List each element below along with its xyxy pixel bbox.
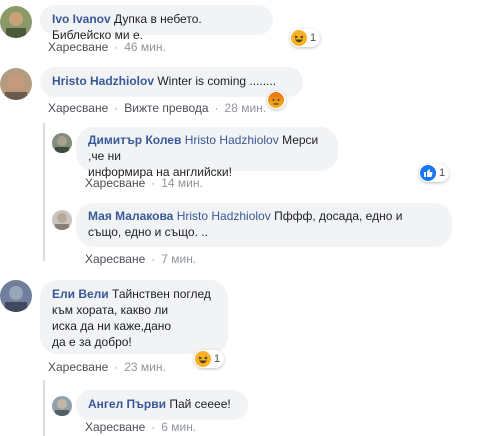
comment-text-line2: също, едно и също. .. [88,225,208,239]
comment-text-line4: да е за добро! [52,335,132,349]
comment-actions: Харесване · 23 мин. [48,360,166,374]
translate-link[interactable]: Вижте превода [124,101,208,115]
haha-icon [291,30,307,46]
avatar-angel-parvi[interactable] [52,396,72,416]
like-link[interactable]: Харесване [48,101,108,115]
comment-author[interactable]: Ели Вели [52,287,109,301]
avatar-maya-malakova[interactable] [52,210,72,230]
reply-thread-line [43,380,45,436]
comment-time[interactable]: 46 мин. [124,40,166,54]
like-link[interactable]: Харесване [48,40,108,54]
comment-bubble: Ivo Ivanov Дупка в небето. Библейско ми … [40,5,273,42]
avatar-dimitar-kolev[interactable] [52,133,72,153]
reaction-badge[interactable] [267,91,286,109]
comment-text: Winter is coming ........ [157,74,277,88]
comment-text: Пффф, досада, едно и [274,209,403,223]
comment-author[interactable]: Ivo Ivanov [52,12,111,26]
comment-time[interactable]: 14 мин. [161,176,203,190]
like-icon [420,165,436,181]
like-link[interactable]: Харесване [85,420,145,434]
reply-thread-line [43,123,45,261]
comment-time[interactable]: 28 мин. [225,101,267,115]
avatar-hristo-hadzhiolov[interactable] [0,68,32,100]
reaction-count: 1 [439,167,446,179]
avatar-eli-veli[interactable] [0,280,32,312]
reply-actions: Харесване · 7 мин. [85,252,197,266]
reply-actions: Харесване · 14 мин. [85,176,203,190]
reaction-badge[interactable]: 1 [194,350,225,368]
mention-tag[interactable]: Hristo Hadzhiolov [185,133,279,147]
like-link[interactable]: Харесване [48,360,108,374]
reply-actions: Харесване · 6 мин. [85,420,197,434]
mention-tag[interactable]: Hristo Hadzhiolov [177,209,271,223]
reply-bubble: Мая Малакова Hristo Hadzhiolov Пффф, дос… [76,203,452,247]
avatar-ivo-ivanov[interactable] [0,6,32,38]
like-link[interactable]: Харесване [85,176,145,190]
comment-author[interactable]: Hristo Hadzhiolov [52,74,154,88]
like-link[interactable]: Харесване [85,252,145,266]
comment-author[interactable]: Димитър Колев [88,133,181,147]
reaction-count: 1 [310,32,317,44]
reaction-badge[interactable]: 1 [419,164,450,182]
comment-bubble: Hristo Hadzhiolov Winter is coming .....… [40,67,303,97]
comment-time[interactable]: 6 мин. [161,420,196,434]
comment-actions: Харесване · 46 мин. [48,40,166,54]
comment-text: Пай сееее! [169,397,231,411]
reaction-count: 1 [214,353,221,365]
comment-author[interactable]: Ангел Първи [88,397,166,411]
angry-icon [268,92,284,108]
comment-text-line2: към хората, какво ли [52,303,169,317]
reply-bubble: Ангел Първи Пай сееее! [76,390,248,420]
reply-bubble: Димитър Колев Hristo Hadzhiolov Мерси ,ч… [76,127,338,179]
comment-actions: Харесване · Вижте превода · 28 мин. [48,101,267,115]
comment-time[interactable]: 23 мин. [124,360,166,374]
comment-text: Тайнствен поглед [112,287,211,301]
comment-bubble: Ели Вели Тайнствен поглед към хората, ка… [40,280,228,354]
comment-author[interactable]: Мая Малакова [88,209,173,223]
haha-icon [195,351,211,367]
comment-text-line3: иска да ни каже,дано [52,319,172,333]
comment-time[interactable]: 7 мин. [161,252,196,266]
reaction-badge[interactable]: 1 [290,29,321,47]
